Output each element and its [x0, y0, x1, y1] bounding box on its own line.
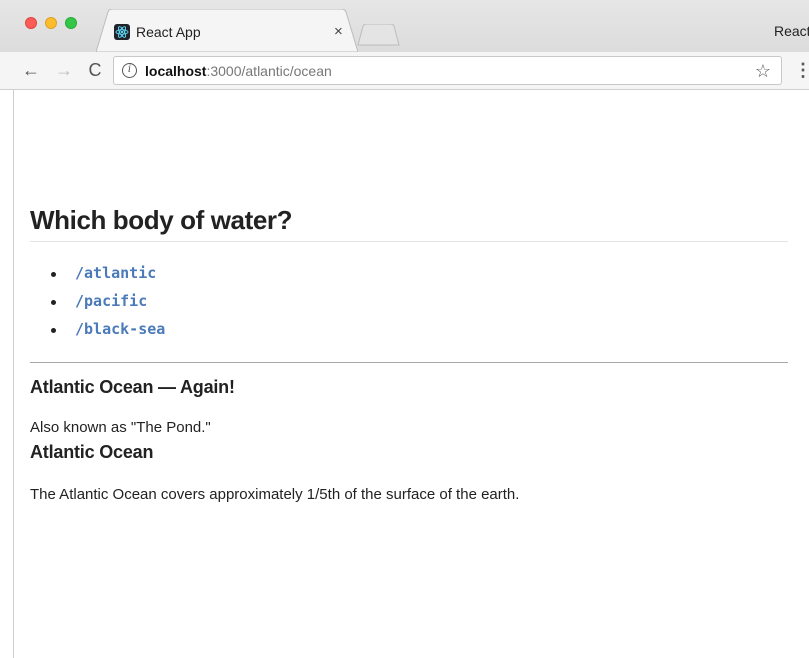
- link-pacific[interactable]: /pacific: [75, 292, 147, 310]
- url-path: :3000/atlantic/ocean: [206, 63, 332, 79]
- forward-arrow-icon[interactable]: →: [53, 59, 75, 81]
- ocean-description: The Atlantic Ocean covers approximately …: [30, 486, 520, 503]
- bookmark-star-icon[interactable]: ☆: [755, 60, 771, 82]
- new-tab-button[interactable]: [357, 24, 401, 46]
- atlantic-ocean-heading: Atlantic Ocean: [30, 442, 154, 462]
- tab-close-icon[interactable]: ×: [334, 23, 343, 40]
- page-viewport: Which body of water? /atlantic /pacific …: [13, 90, 809, 658]
- browser-menu-icon[interactable]: ⋮: [794, 60, 809, 80]
- link-black-sea[interactable]: /black-sea: [75, 320, 165, 338]
- address-bar[interactable]: i localhost:3000/atlantic/ocean ☆: [113, 56, 782, 85]
- page-title: Which body of water?: [30, 205, 293, 235]
- window-maximize-button[interactable]: [65, 17, 77, 29]
- react-favicon-icon: [114, 24, 130, 40]
- title-underline: [30, 241, 788, 242]
- url-text[interactable]: localhost:3000/atlantic/ocean: [145, 63, 332, 80]
- tab-title: React App: [136, 24, 201, 40]
- back-arrow-icon[interactable]: ←: [20, 59, 42, 81]
- aka-text: Also known as "The Pond.": [30, 419, 211, 436]
- browser-toolbar: ← → C i localhost:3000/atlantic/ocean ☆ …: [0, 52, 809, 90]
- atlantic-again-heading: Atlantic Ocean — Again!: [30, 377, 235, 397]
- window-close-button[interactable]: [25, 17, 37, 29]
- info-icon[interactable]: i: [122, 63, 137, 78]
- profile-label: React: [774, 23, 809, 39]
- browser-tab-active[interactable]: React App ×: [96, 9, 358, 53]
- section-divider: [30, 362, 788, 363]
- link-atlantic[interactable]: /atlantic: [75, 264, 156, 282]
- url-host: localhost: [145, 63, 207, 79]
- reload-icon[interactable]: C: [84, 59, 106, 81]
- window-minimize-button[interactable]: [45, 17, 57, 29]
- browser-titlebar: React App × React: [0, 0, 809, 53]
